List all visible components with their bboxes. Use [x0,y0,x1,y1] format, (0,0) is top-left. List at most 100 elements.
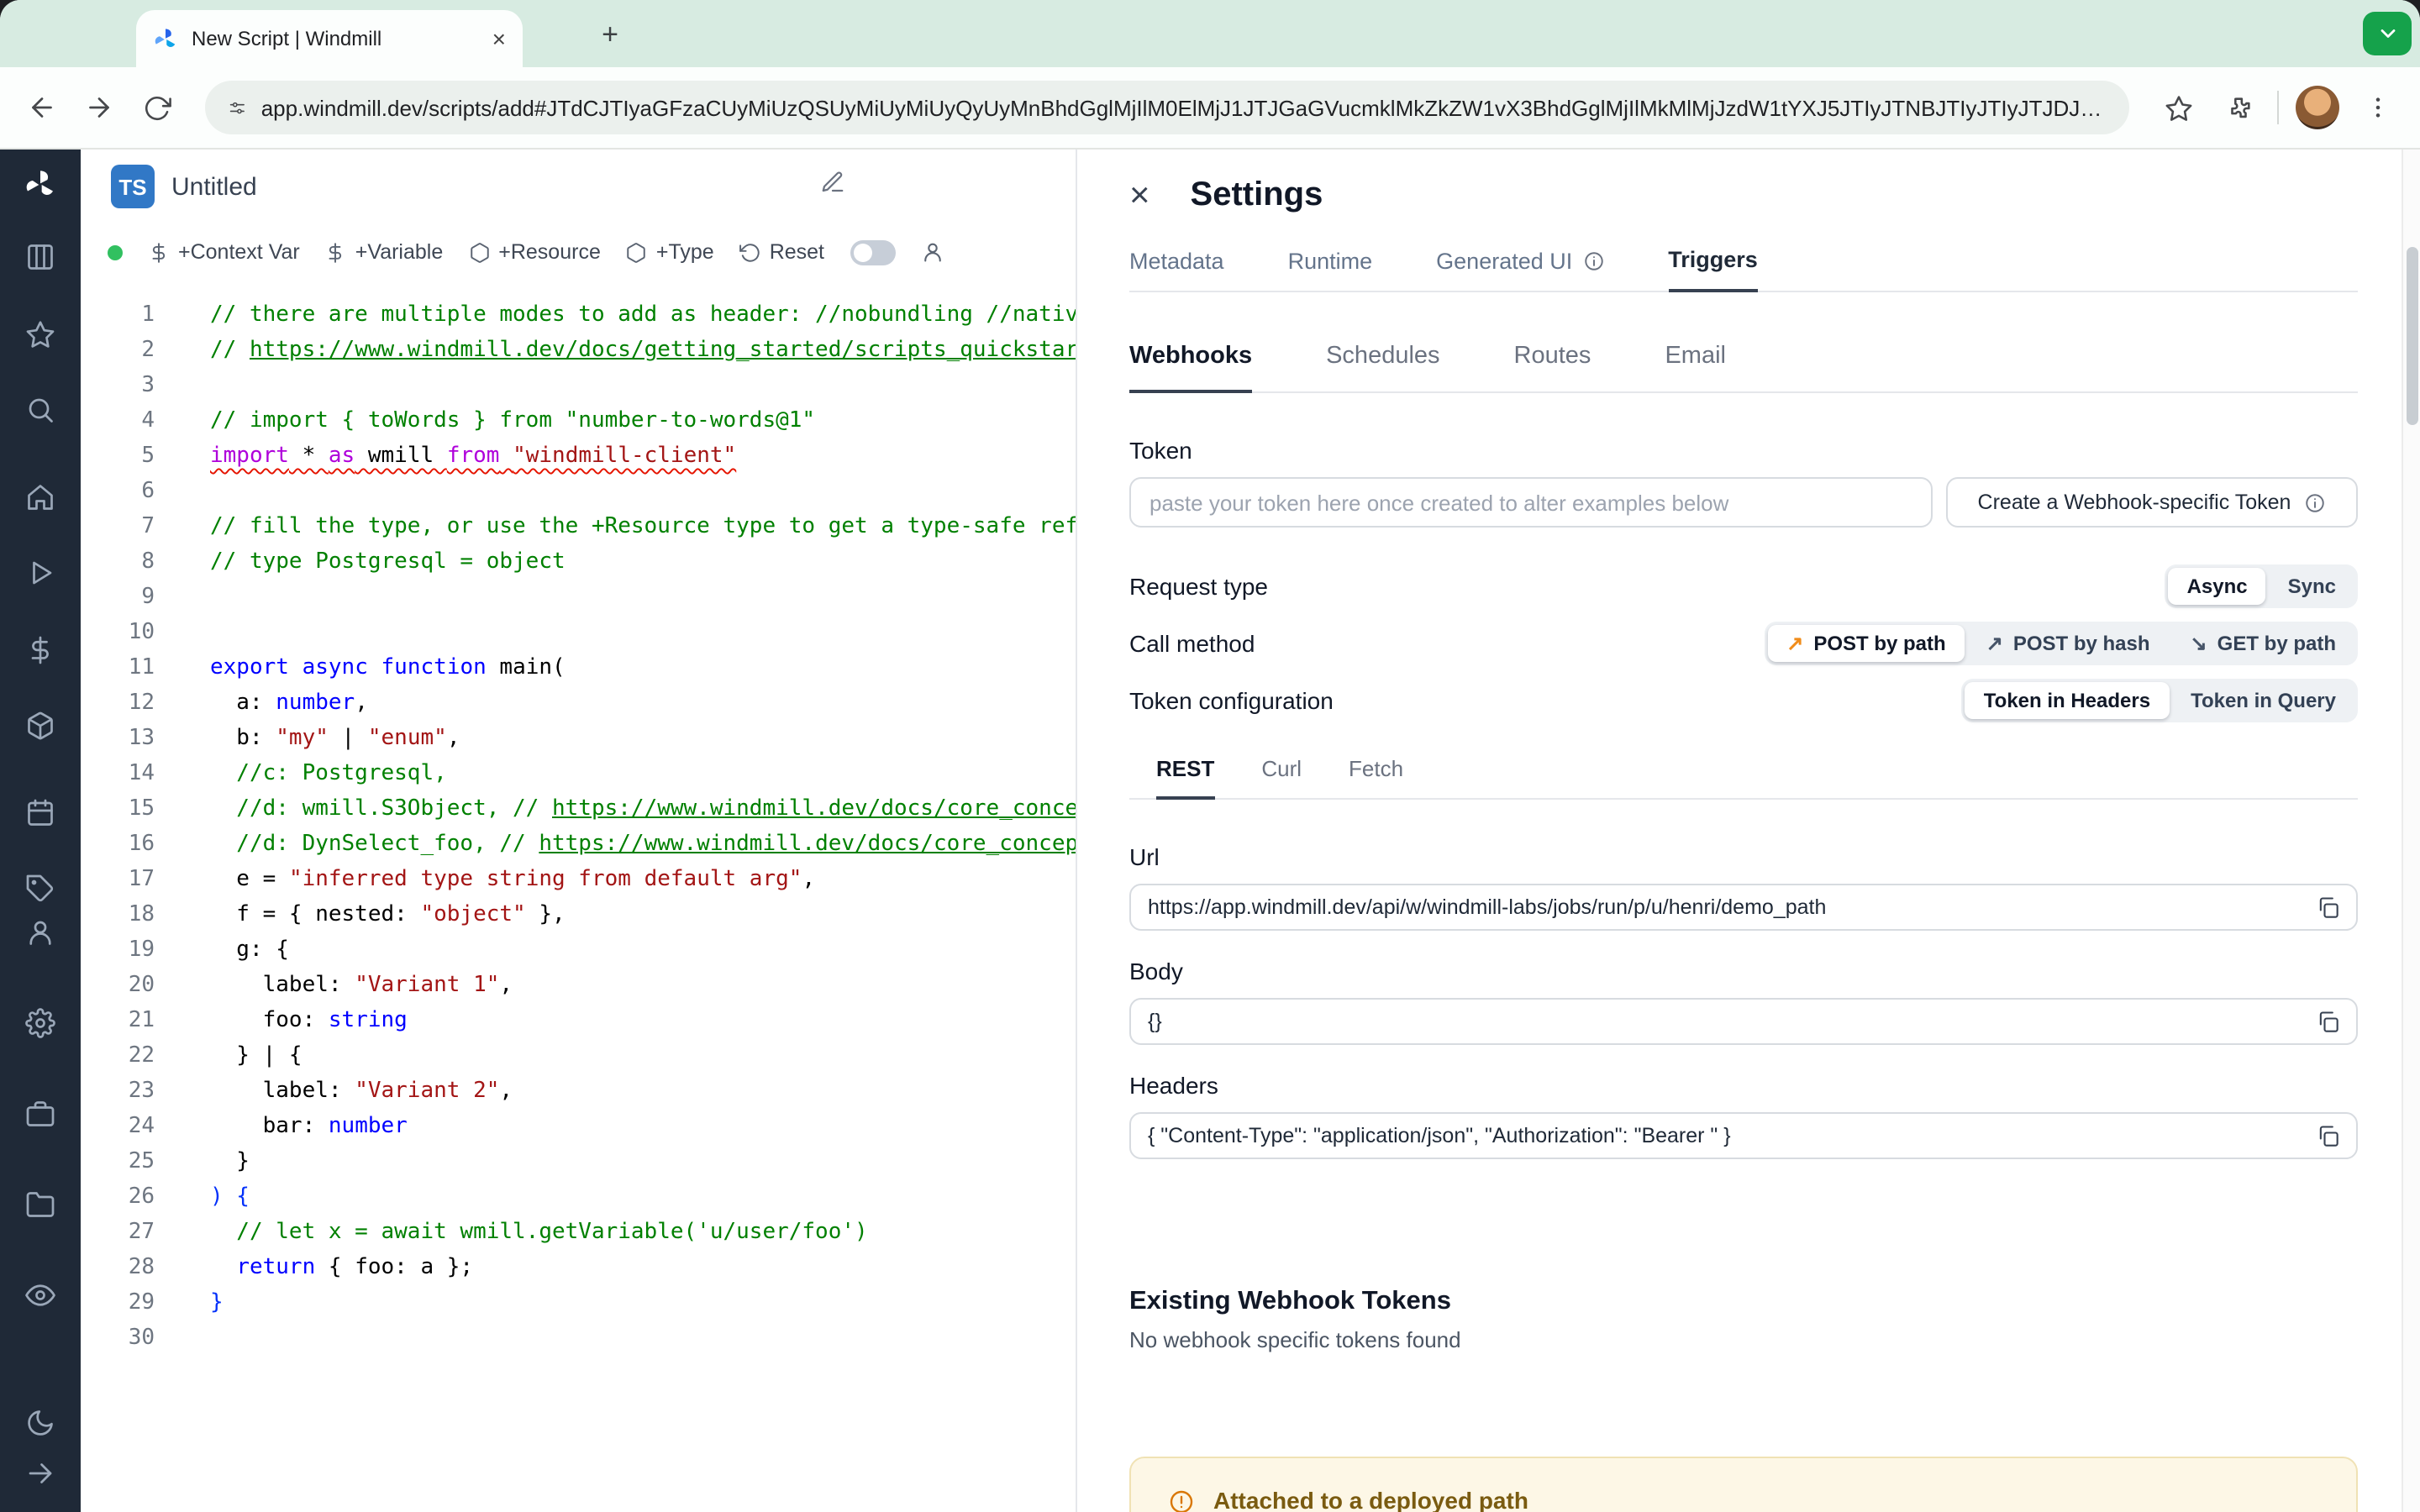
bookmark-button[interactable] [2156,86,2200,129]
code-line[interactable]: 17 e = "inferred type string from defaul… [81,862,1076,897]
url-field[interactable]: https://app.windmill.dev/api/w/windmill-… [1129,884,2358,931]
code-line[interactable]: 19 g: { [81,932,1076,968]
tab-email[interactable]: Email [1665,343,1726,391]
scrollbar-thumb[interactable] [2407,247,2418,425]
new-tab-button[interactable]: + [592,17,629,54]
code-line[interactable]: 20 label: "Variant 1", [81,968,1076,1003]
code-line[interactable]: 10 [81,615,1076,650]
address-bar[interactable]: app.windmill.dev/scripts/add#JTdCJTIyaGF… [205,81,2129,134]
extensions-button[interactable] [2217,86,2260,129]
sidebar-item-users[interactable] [13,907,67,958]
headers-field[interactable]: { "Content-Type": "application/json", "A… [1129,1112,2358,1159]
call-method-post-by-hash[interactable]: ↗ POST by hash [1968,625,2169,662]
reset-button[interactable]: Reset [739,240,824,264]
code-line[interactable]: 7 // fill the type, or use the +Resource … [81,509,1076,544]
tab-metadata[interactable]: Metadata [1129,247,1224,291]
code-line[interactable]: 18 f = { nested: "object" }, [81,897,1076,932]
copy-body-button[interactable] [2316,1010,2339,1033]
tab-generated-ui[interactable]: Generated UI [1436,247,1604,291]
sidebar-item-search[interactable] [13,392,67,428]
code-line[interactable]: 14 //c: Postgresql, [81,756,1076,791]
sidebar-item-favorites[interactable] [13,316,67,352]
code-line[interactable]: 5 import * as wmill from "windmill-client… [81,438,1076,474]
tab-rest[interactable]: REST [1156,756,1215,800]
code-line[interactable]: 12 a: number, [81,685,1076,721]
copy-headers-button[interactable] [2316,1124,2339,1147]
call-method-post-by-path[interactable]: ↗ POST by path [1768,625,1965,662]
sidebar-item-audit-logs[interactable] [13,1270,67,1320]
code-line[interactable]: 13 b: "my" | "enum", [81,721,1076,756]
tab-close-icon[interactable]: × [492,27,506,50]
tab-routes[interactable]: Routes [1514,343,1591,391]
code-line[interactable]: 29} [81,1285,1076,1320]
code-line[interactable]: 3 [81,368,1076,403]
request-type-async[interactable]: Async [2168,568,2266,605]
profile-avatar[interactable] [2296,86,2339,129]
sidebar-item-schedules[interactable] [13,795,67,831]
sidebar-item-runs-play[interactable] [13,555,67,591]
windmill-logo[interactable] [13,166,67,202]
code-line[interactable]: 25 } [81,1144,1076,1179]
code-line[interactable]: 15 //d: wmill.S3Object, // https://www.w… [81,791,1076,827]
call-method-get-by-path[interactable]: ↘ GET by path [2172,625,2354,662]
token-in-headers[interactable]: Token in Headers [1965,682,2170,719]
code-line[interactable]: 22 } | { [81,1038,1076,1074]
add-resource-button[interactable]: +Resource [468,240,601,264]
code-line[interactable]: 9 [81,580,1076,615]
forward-button[interactable] [77,86,121,129]
code-line[interactable]: 27 // let x = await wmill.getVariable('u… [81,1215,1076,1250]
url-field-group: Url https://app.windmill.dev/api/w/windm… [1129,843,2358,931]
code-line[interactable]: 16 //d: DynSelect_foo, // https://www.wi… [81,827,1076,862]
code-line[interactable]: 2 // https://www.windmill.dev/docs/gettin… [81,333,1076,368]
back-button[interactable] [20,86,64,129]
token-in-query[interactable]: Token in Query [2172,682,2354,719]
sidebar-item-workers[interactable] [13,1089,67,1139]
browser-tab[interactable]: New Script | Windmill × [136,10,523,67]
sidebar-item-folders[interactable] [13,1179,67,1230]
sidebar-item-home[interactable] [13,479,67,515]
theme-toggle[interactable] [13,1398,67,1448]
code-area[interactable]: 1 // there are multiple modes to add as h… [81,281,1076,1512]
sidebar-item-triggers[interactable] [13,871,67,907]
reload-button[interactable] [134,86,178,129]
tab-runtime[interactable]: Runtime [1288,247,1373,291]
assistant-toggle[interactable] [850,239,895,265]
copy-url-button[interactable] [2316,895,2339,919]
person-button[interactable] [920,240,944,264]
sidebar-item-settings[interactable] [13,998,67,1048]
code-line[interactable]: 11 export async function main( [81,650,1076,685]
code-line[interactable]: 8 // type Postgresql = object [81,544,1076,580]
code-line[interactable]: 28 return { foo: a }; [81,1250,1076,1285]
code-line[interactable]: 6 [81,474,1076,509]
script-title[interactable]: Untitled [171,172,257,201]
tab-fetch[interactable]: Fetch [1349,756,1403,798]
code-line[interactable]: 21 foo: string [81,1003,1076,1038]
add-type-button[interactable]: +Type [626,240,714,264]
tab-triggers[interactable]: Triggers [1668,247,1758,292]
add-variable-button[interactable]: +Variable [325,240,443,264]
code-line[interactable]: 4 // import { toWords } from "number-to-w… [81,403,1076,438]
add-context-var-button[interactable]: +Context Var [148,240,300,264]
code-line[interactable]: 23 label: "Variant 2", [81,1074,1076,1109]
sidebar-item-runs[interactable] [13,239,67,276]
tab-webhooks[interactable]: Webhooks [1129,343,1253,393]
create-webhook-token-button[interactable]: Create a Webhook-specific Token [1946,477,2358,528]
collapse-sidebar-button[interactable] [13,1448,67,1499]
code-line[interactable]: 1 // there are multiple modes to add as h… [81,297,1076,333]
code-line[interactable]: 30 [81,1320,1076,1356]
rename-button[interactable] [820,170,845,195]
request-type-sync[interactable]: Sync [2270,568,2354,605]
body-field[interactable]: {} [1129,998,2358,1045]
token-input[interactable] [1129,477,1933,528]
browser-menu-button[interactable] [2356,86,2400,129]
tab-curl[interactable]: Curl [1261,756,1302,798]
sidebar-item-resources[interactable] [13,708,67,744]
sidebar-item-variables[interactable] [13,632,67,668]
tab-schedules[interactable]: Schedules [1326,343,1439,391]
code-line[interactable]: 24 bar: number [81,1109,1076,1144]
browser-green-dropdown-button[interactable] [2363,12,2412,55]
close-icon[interactable]: × [1129,177,1150,213]
scrollbar-track[interactable] [2402,150,2420,1512]
site-settings-icon[interactable] [229,95,246,120]
code-line[interactable]: 26) { [81,1179,1076,1215]
